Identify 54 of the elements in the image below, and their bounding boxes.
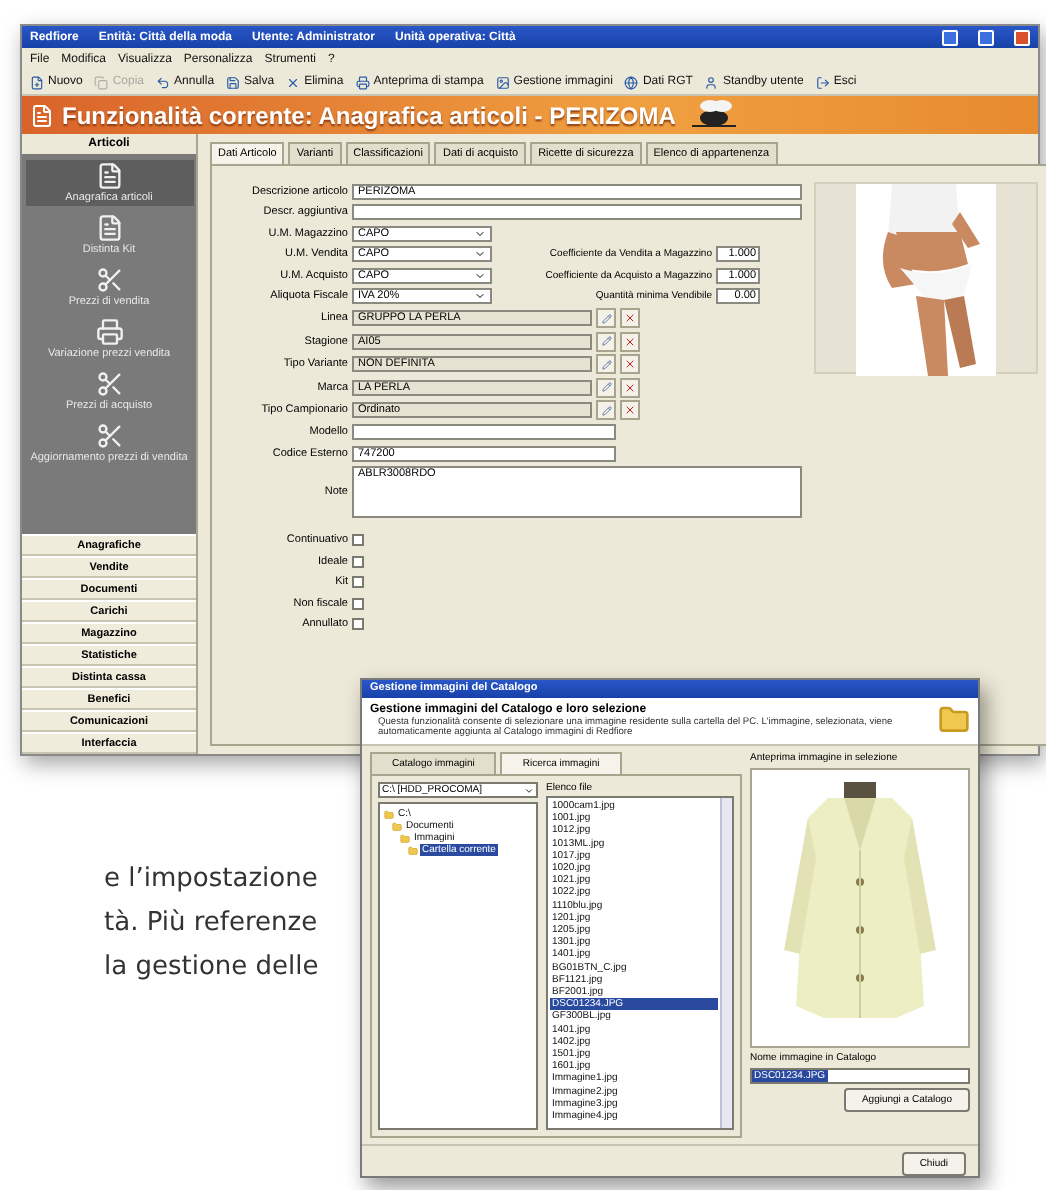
- input-field[interactable]: [352, 204, 802, 220]
- clear-button[interactable]: [620, 400, 640, 420]
- copy-icon: [94, 75, 109, 89]
- clear-button[interactable]: [620, 377, 640, 397]
- scrollbar[interactable]: [720, 798, 732, 1128]
- exit-icon: [815, 75, 830, 89]
- globe-icon: [624, 75, 639, 89]
- chevron-down-icon: [524, 785, 534, 795]
- document-icon: [95, 214, 123, 242]
- clear-button[interactable]: [620, 308, 640, 328]
- delete-icon: [286, 75, 301, 89]
- pencil-icon: [601, 405, 611, 415]
- body-text: e l’impostazione: [104, 862, 319, 898]
- image-icon: [495, 75, 510, 89]
- user-icon: [704, 75, 719, 89]
- undo-icon: [156, 75, 171, 89]
- pencil-icon: [601, 313, 611, 323]
- folder-icon: [938, 704, 970, 736]
- close-icon: [624, 312, 636, 324]
- print-icon: [355, 75, 370, 89]
- close-icon: [624, 358, 636, 370]
- checkbox[interactable]: [352, 576, 364, 588]
- checkbox[interactable]: [352, 597, 364, 609]
- pencil-icon: [601, 336, 611, 346]
- checkbox[interactable]: [352, 618, 364, 630]
- body-text: la gestione delle: [104, 950, 319, 986]
- close-icon: [624, 381, 636, 393]
- scissors-icon: [95, 422, 123, 450]
- clear-button[interactable]: [620, 354, 640, 374]
- scissors-icon: [95, 266, 123, 294]
- document-icon: [95, 162, 123, 190]
- edit-button[interactable]: [596, 354, 616, 374]
- edit-button[interactable]: [596, 308, 616, 328]
- document-icon: [30, 103, 54, 127]
- minimize-button[interactable]: [942, 29, 958, 45]
- body-text: tà. Più referenze: [104, 906, 319, 942]
- close-button[interactable]: [1014, 29, 1030, 45]
- edit-button[interactable]: [596, 400, 616, 420]
- edit-button[interactable]: [596, 377, 616, 397]
- checkbox[interactable]: [352, 555, 364, 567]
- pencil-icon: [601, 382, 611, 392]
- clear-button[interactable]: [620, 331, 640, 351]
- close-icon: [624, 335, 636, 347]
- save-icon: [226, 75, 241, 89]
- maximize-button[interactable]: [978, 29, 994, 45]
- pencil-icon: [601, 359, 611, 369]
- input-field[interactable]: [352, 424, 616, 440]
- printer-icon: [95, 318, 123, 346]
- new-icon: [30, 75, 44, 89]
- close-icon: [624, 404, 636, 416]
- banner-title: Funzionalità corrente: Anagrafica articoli - PERIZOMA: [62, 101, 676, 129]
- checkbox[interactable]: [352, 534, 364, 546]
- scissors-icon: [95, 370, 123, 398]
- edit-button[interactable]: [596, 331, 616, 351]
